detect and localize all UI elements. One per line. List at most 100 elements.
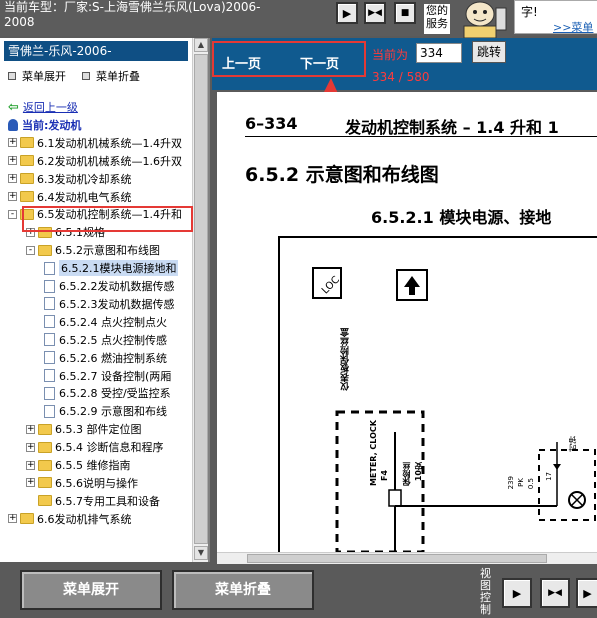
menu-expand-link[interactable]: 菜单展开	[8, 68, 66, 84]
app-window: 当前车型：厂家:S-上海雪佛兰乐风(Lova)2006-2008 ▶ ▶◀ ■ …	[0, 0, 597, 618]
pin-label: 17	[545, 472, 553, 481]
tree-nav-item[interactable]: ⇦ 返回上一级	[8, 98, 78, 116]
wire-color-label: PK	[517, 478, 525, 487]
expand-toggle-icon[interactable]: +	[26, 460, 35, 470]
tree-item-label: 6.5.7专用工具和设备	[55, 494, 160, 508]
tree-folder-item[interactable]: +6.3发动机冷却系统	[8, 170, 132, 188]
view-split-button[interactable]: ▶◀	[540, 578, 570, 608]
expand-toggle-icon[interactable]: +	[8, 138, 17, 148]
car-model-title: 当前车型：厂家:S-上海雪佛兰乐风(Lova)2006-2008	[4, 0, 261, 29]
arrow-right-icon: ▶	[342, 6, 352, 20]
tree-folder-item[interactable]: +6.4发动机电气系统	[8, 188, 132, 206]
tree-doc-item[interactable]: 6.5.2.6 燃油控制系统	[44, 349, 167, 367]
tree-item-label: 6.5.5 维修指南	[55, 459, 131, 472]
tree-item-label: 6.5.2.3发动机数据传感	[59, 297, 175, 311]
tree-doc-item[interactable]: 6.5.2.3发动机数据传感	[44, 295, 174, 313]
page-number-input[interactable]: 334	[416, 43, 462, 63]
nav-highlight-box	[212, 41, 366, 77]
mascot-image	[450, 0, 512, 38]
scroll-down-icon[interactable]: ▼	[194, 546, 208, 560]
tree-doc-item[interactable]: 6.5.2.8 受控/受监控系	[44, 384, 171, 402]
top-prev-view-button[interactable]: ▶	[336, 2, 358, 24]
view-control-label: 视图控制	[480, 567, 491, 616]
expand-toggle-icon[interactable]: +	[26, 424, 35, 434]
document-icon	[44, 261, 55, 275]
tree-item-label: 6.5.2.7 设备控制(两厢	[59, 369, 172, 383]
tree-item-label: 6.2发动机机械系统—1.6升双	[37, 154, 182, 168]
expand-toggle-icon[interactable]: +	[26, 478, 35, 488]
tree-item-label: 6.4发动机电气系统	[37, 190, 132, 204]
expand-toggle-icon[interactable]: +	[8, 192, 17, 201]
tree-doc-item[interactable]: 6.5.2.5 点火控制传感	[44, 331, 167, 349]
folder-icon	[38, 423, 52, 435]
ad-text: 字!	[521, 5, 538, 19]
mascot-figure-icon	[463, 1, 507, 38]
document-icon	[44, 315, 55, 329]
tree-item-label: 6.6发动机排气系统	[37, 512, 132, 526]
document-page: 6–334 发动机控制系统 – 1.4 升和 1 6.5.2 示意图和布线图 6…	[217, 92, 597, 562]
clock-label: 时钟	[568, 436, 577, 452]
hscroll-thumb[interactable]	[247, 554, 547, 563]
fuse-id-label: F4	[380, 470, 389, 482]
top-single-view-button[interactable]: ■	[394, 2, 416, 24]
wire-code-label: 239	[507, 476, 515, 490]
ad-panel: 字! >>菜单	[514, 0, 597, 34]
tree-folder-item[interactable]: - 6.5.2示意图和布线图	[26, 241, 160, 259]
tree-folder-item[interactable]: +6.5.5 维修指南	[26, 456, 131, 474]
tree-item-label: 6.5.2.6 燃油控制系统	[59, 351, 167, 365]
tree-folder-item[interactable]: 6.5.7专用工具和设备	[26, 492, 160, 510]
scrollbar-thumb[interactable]	[194, 54, 208, 544]
page-nav-bar: 上一页 下一页 当前为 334 跳转 334 / 580	[212, 38, 597, 90]
fuse-name-label: 保险丝	[402, 462, 411, 486]
tree-folder-item[interactable]: +6.5.4 诊断信息和程序	[26, 438, 164, 456]
collapse-toggle-icon[interactable]: -	[8, 209, 17, 219]
tree-item-label: 6.5.2.1模块电源接地和	[59, 260, 179, 277]
expand-toggle-icon[interactable]: +	[26, 442, 35, 452]
folder-icon	[20, 191, 34, 202]
document-icon	[44, 386, 55, 400]
wire-size-label: 0.5	[527, 478, 535, 490]
bottom-collapse-button[interactable]: 菜单折叠	[172, 570, 314, 610]
tree-folder-item[interactable]: +6.5.6说明与操作	[26, 474, 138, 492]
menu-header: 雪佛兰-乐风-2006-	[4, 41, 188, 61]
view-right-button[interactable]: ▶	[576, 578, 597, 608]
tree-folder-item[interactable]: +6.5.3 部件定位图	[26, 420, 142, 438]
tree-doc-item[interactable]: 6.5.2.9 示意图和布线	[44, 402, 167, 420]
document-hscrollbar[interactable]	[217, 552, 597, 564]
fuse-box-label: 仪表板保险丝盒	[341, 328, 351, 391]
menu-tree: ⇦ 返回上一级 当前:发动机 +6.1发动机机械系统—1.4升双 +6.2发动机机械系统…	[0, 98, 192, 554]
scroll-up-icon[interactable]: ▲	[194, 38, 208, 52]
tree-doc-item[interactable]: 6.5.2.2发动机数据传感	[44, 277, 174, 295]
collapse-toggle-icon[interactable]: -	[26, 245, 35, 255]
jump-button[interactable]: 跳转	[472, 41, 506, 63]
tree-folder-item[interactable]: +6.6发动机排气系统	[8, 510, 132, 528]
tree-doc-item[interactable]: 6.5.2.4 点火控制点火	[44, 313, 167, 331]
tree-item-label: 6.5.4 诊断信息和程序	[55, 441, 164, 455]
tree-folder-item[interactable]: +6.1发动机机械系统—1.4升双	[8, 134, 182, 152]
view-left-button[interactable]: ▶	[502, 578, 532, 608]
menu-collapse-label: 菜单折叠	[96, 70, 140, 83]
expand-toggle-icon[interactable]: +	[8, 156, 17, 166]
tree-nav-item[interactable]: 当前:发动机	[8, 116, 81, 134]
tree-item-label: 6.5.2示意图和布线图	[55, 244, 160, 258]
expand-toggle-icon[interactable]: +	[8, 174, 17, 184]
expand-toggle-icon[interactable]: +	[8, 514, 17, 524]
document-icon	[44, 351, 55, 365]
menu-collapse-link[interactable]: 菜单折叠	[82, 68, 140, 84]
tree-item-label: 6.5.2.4 点火控制点火	[59, 315, 167, 329]
document-icon	[44, 279, 55, 293]
tree-doc-item[interactable]: 6.5.2.7 设备控制(两厢	[44, 367, 171, 385]
page-count: 334 / 580	[372, 70, 430, 84]
tree-folder-item[interactable]: +6.2发动机机械系统—1.6升双	[8, 152, 182, 170]
collapse-icon	[82, 72, 90, 80]
folder-icon	[38, 477, 52, 489]
ad-menu-link[interactable]: >>菜单	[553, 19, 593, 35]
bottom-expand-button[interactable]: 菜单展开	[20, 570, 162, 610]
split-arrows-icon: ▶◀	[548, 587, 562, 598]
tree-doc-item[interactable]: 6.5.2.1模块电源接地和	[44, 259, 179, 277]
tree-item-label: 当前:发动机	[22, 118, 82, 132]
current-page-label: 当前为	[372, 48, 409, 62]
menu-scrollbar[interactable]: ▲ ▼	[192, 38, 208, 562]
tree-item-label: 6.5.2.2发动机数据传感	[59, 280, 175, 293]
top-split-view-button[interactable]: ▶◀	[364, 2, 386, 24]
